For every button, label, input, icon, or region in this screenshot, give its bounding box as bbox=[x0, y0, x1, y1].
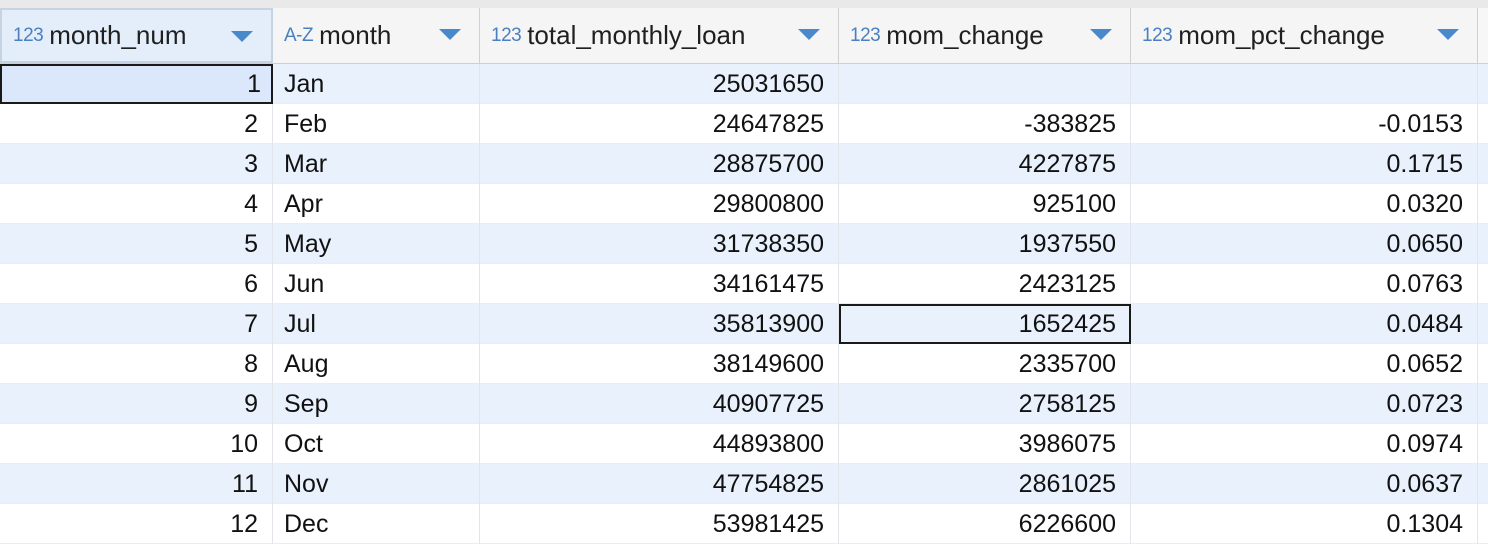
cell-mom-pct-change[interactable]: 0.0484 bbox=[1131, 304, 1478, 344]
chevron-down-icon[interactable] bbox=[231, 31, 253, 42]
table-row[interactable]: 8 Aug 38149600 2335700 0.0652 bbox=[0, 344, 1488, 384]
cell-mom-pct-change[interactable]: 0.1715 bbox=[1131, 144, 1478, 184]
cell-mom-pct-change[interactable]: -0.0153 bbox=[1131, 104, 1478, 144]
cell-mom-change[interactable] bbox=[839, 64, 1131, 104]
cell-total-monthly-loan[interactable]: 44893800 bbox=[480, 424, 839, 464]
cell-month-num[interactable]: 9 bbox=[0, 384, 273, 424]
table-row[interactable]: 2 Feb 24647825 -383825 -0.0153 bbox=[0, 104, 1488, 144]
cell-mom-change[interactable]: 6226600 bbox=[839, 504, 1131, 544]
cell-mom-change[interactable]: 2423125 bbox=[839, 264, 1131, 304]
cell-mom-change[interactable]: 2861025 bbox=[839, 464, 1131, 504]
cell-month[interactable]: Nov bbox=[273, 464, 480, 504]
cell-month-num[interactable]: 1 bbox=[0, 64, 273, 104]
numeric-type-icon: 123 bbox=[850, 24, 881, 46]
table-row[interactable]: 9 Sep 40907725 2758125 0.0723 bbox=[0, 384, 1488, 424]
results-grid: 123 month_num A-Z month 123 total_monthl… bbox=[0, 0, 1488, 560]
cell-mom-pct-change[interactable]: 0.1304 bbox=[1131, 504, 1478, 544]
cell-month[interactable]: Apr bbox=[273, 184, 480, 224]
cell-mom-pct-change[interactable]: 0.0650 bbox=[1131, 224, 1478, 264]
cell-month-num[interactable]: 12 bbox=[0, 504, 273, 544]
cell-month[interactable]: Dec bbox=[273, 504, 480, 544]
cell-total-monthly-loan[interactable]: 28875700 bbox=[480, 144, 839, 184]
column-header-mom-change[interactable]: 123 mom_change bbox=[839, 8, 1131, 63]
table-row[interactable]: 1 Jan 25031650 bbox=[0, 64, 1488, 104]
cell-month[interactable]: Jul bbox=[273, 304, 480, 344]
cell-mom-pct-change[interactable]: 0.0637 bbox=[1131, 464, 1478, 504]
cell-mom-change[interactable]: 1937550 bbox=[839, 224, 1131, 264]
cell-mom-pct-change[interactable]: 0.0763 bbox=[1131, 264, 1478, 304]
cell-total-monthly-loan[interactable]: 24647825 bbox=[480, 104, 839, 144]
cell-total-monthly-loan[interactable]: 29800800 bbox=[480, 184, 839, 224]
cell-mom-change[interactable]: 1652425 bbox=[839, 304, 1131, 344]
cell-mom-change[interactable]: 2335700 bbox=[839, 344, 1131, 384]
cell-month-num[interactable]: 11 bbox=[0, 464, 273, 504]
cell-total-monthly-loan[interactable]: 53981425 bbox=[480, 504, 839, 544]
cell-month-num[interactable]: 4 bbox=[0, 184, 273, 224]
cell-total-monthly-loan[interactable]: 35813900 bbox=[480, 304, 839, 344]
cell-mom-change[interactable]: 4227875 bbox=[839, 144, 1131, 184]
header-filler bbox=[1478, 8, 1488, 63]
cell-month[interactable]: Oct bbox=[273, 424, 480, 464]
cell-month[interactable]: Feb bbox=[273, 104, 480, 144]
column-header-mom-pct-change[interactable]: 123 mom_pct_change bbox=[1131, 8, 1478, 63]
numeric-type-icon: 123 bbox=[13, 24, 44, 46]
table-row[interactable]: 4 Apr 29800800 925100 0.0320 bbox=[0, 184, 1488, 224]
column-name: total_monthly_loan bbox=[527, 20, 746, 50]
table-row[interactable]: 10 Oct 44893800 3986075 0.0974 bbox=[0, 424, 1488, 464]
cell-total-monthly-loan[interactable]: 47754825 bbox=[480, 464, 839, 504]
cell-month-num[interactable]: 7 bbox=[0, 304, 273, 344]
cell-month[interactable]: Jan bbox=[273, 64, 480, 104]
cell-mom-pct-change[interactable]: 0.0723 bbox=[1131, 384, 1478, 424]
cell-month[interactable]: Jun bbox=[273, 264, 480, 304]
grid-header: 123 month_num A-Z month 123 total_monthl… bbox=[0, 8, 1488, 64]
cell-month[interactable]: Mar bbox=[273, 144, 480, 184]
cell-mom-change[interactable]: -383825 bbox=[839, 104, 1131, 144]
cell-month-num[interactable]: 2 bbox=[0, 104, 273, 144]
cell-month-num[interactable]: 8 bbox=[0, 344, 273, 384]
column-name: mom_pct_change bbox=[1178, 20, 1385, 50]
cell-mom-change[interactable]: 2758125 bbox=[839, 384, 1131, 424]
column-header-month-num[interactable]: 123 month_num bbox=[0, 8, 273, 63]
cell-total-monthly-loan[interactable]: 38149600 bbox=[480, 344, 839, 384]
cell-total-monthly-loan[interactable]: 31738350 bbox=[480, 224, 839, 264]
column-header-month[interactable]: A-Z month bbox=[273, 8, 480, 63]
table-row[interactable]: 11 Nov 47754825 2861025 0.0637 bbox=[0, 464, 1488, 504]
cell-month[interactable]: Aug bbox=[273, 344, 480, 384]
table-row[interactable]: 5 May 31738350 1937550 0.0650 bbox=[0, 224, 1488, 264]
cell-month-num[interactable]: 10 bbox=[0, 424, 273, 464]
column-name: mom_change bbox=[886, 20, 1044, 50]
chevron-down-icon[interactable] bbox=[1090, 29, 1112, 40]
cell-total-monthly-loan[interactable]: 25031650 bbox=[480, 64, 839, 104]
cell-month-num[interactable]: 3 bbox=[0, 144, 273, 184]
cell-mom-pct-change[interactable]: 0.0652 bbox=[1131, 344, 1478, 384]
numeric-type-icon: 123 bbox=[491, 24, 522, 46]
table-row[interactable]: 6 Jun 34161475 2423125 0.0763 bbox=[0, 264, 1488, 304]
cell-mom-pct-change[interactable]: 0.0320 bbox=[1131, 184, 1478, 224]
table-row[interactable]: 12 Dec 53981425 6226600 0.1304 bbox=[0, 504, 1488, 544]
cell-month[interactable]: May bbox=[273, 224, 480, 264]
column-name: month bbox=[319, 20, 392, 50]
cell-mom-pct-change[interactable] bbox=[1131, 64, 1478, 104]
text-type-icon: A-Z bbox=[284, 24, 314, 46]
cell-month[interactable]: Sep bbox=[273, 384, 480, 424]
column-header-total-monthly-loan[interactable]: 123 total_monthly_loan bbox=[480, 8, 839, 63]
chevron-down-icon[interactable] bbox=[1437, 29, 1459, 40]
column-name: month_num bbox=[49, 20, 187, 50]
cell-month-num[interactable]: 5 bbox=[0, 224, 273, 264]
chevron-down-icon[interactable] bbox=[439, 29, 461, 40]
cell-mom-pct-change[interactable]: 0.0974 bbox=[1131, 424, 1478, 464]
table-row[interactable]: 3 Mar 28875700 4227875 0.1715 bbox=[0, 144, 1488, 184]
numeric-type-icon: 123 bbox=[1142, 24, 1173, 46]
chevron-down-icon[interactable] bbox=[798, 29, 820, 40]
cell-mom-change[interactable]: 925100 bbox=[839, 184, 1131, 224]
cell-total-monthly-loan[interactable]: 34161475 bbox=[480, 264, 839, 304]
toolbar-strip bbox=[0, 0, 1488, 8]
cell-mom-change[interactable]: 3986075 bbox=[839, 424, 1131, 464]
cell-month-num[interactable]: 6 bbox=[0, 264, 273, 304]
table-row[interactable]: 7 Jul 35813900 1652425 0.0484 bbox=[0, 304, 1488, 344]
cell-total-monthly-loan[interactable]: 40907725 bbox=[480, 384, 839, 424]
